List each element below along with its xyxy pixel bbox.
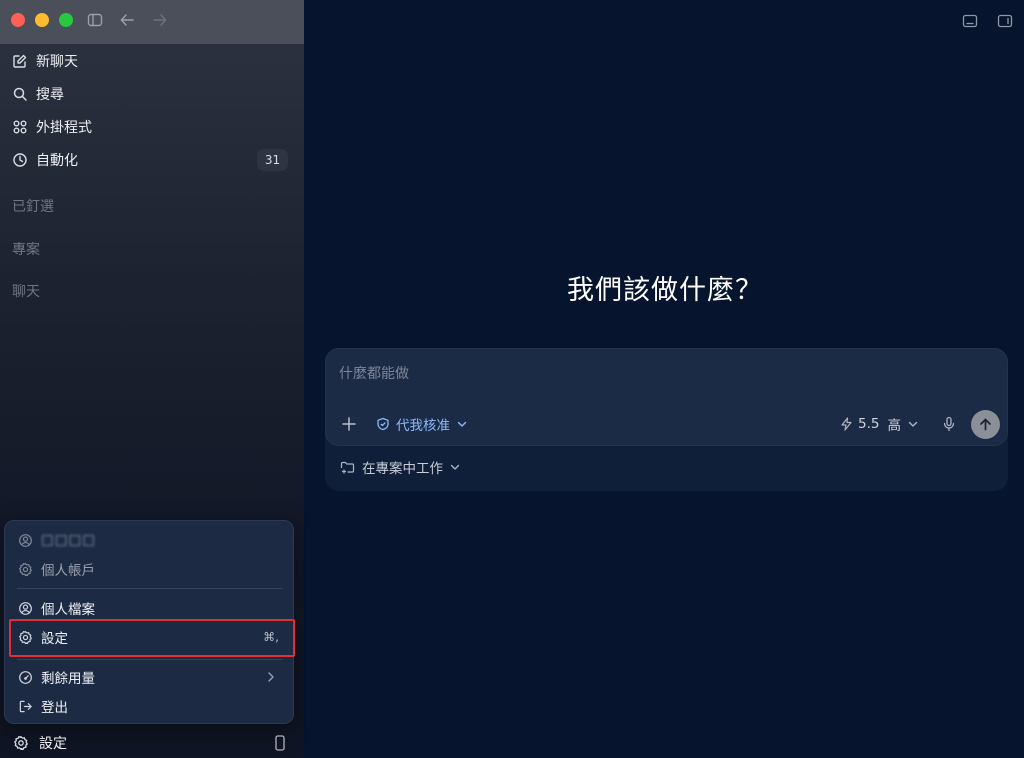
microphone-icon[interactable] <box>940 415 958 433</box>
chevron-down-icon <box>449 461 461 473</box>
sidebar-toggle-icon[interactable] <box>86 11 104 29</box>
approval-mode-dropdown[interactable]: 代我核准 <box>376 415 468 434</box>
minimize-window-button[interactable] <box>35 13 49 27</box>
send-button[interactable] <box>971 410 1000 439</box>
model-selector[interactable]: 5.5 高 <box>840 415 919 434</box>
composer-container: 什麼都能做 代我核准 5.5 高 在專案中工作 <box>325 348 1008 491</box>
shield-icon <box>376 417 390 431</box>
approval-mode-label: 代我核准 <box>396 418 450 434</box>
zoom-window-button[interactable] <box>59 13 73 27</box>
usage-label: 剩餘用量 <box>41 671 95 687</box>
folder-plus-icon <box>340 460 355 475</box>
user-circle-icon <box>18 601 33 616</box>
window-titlebar <box>0 0 304 44</box>
page-title: 我們該做什麼？ <box>567 275 763 306</box>
panel-bottom-icon[interactable] <box>961 12 979 30</box>
sidebar-settings-button[interactable]: 設定 <box>0 728 304 758</box>
prompt-input[interactable]: 什麼都能做 <box>339 363 409 383</box>
work-in-project-label: 在專案中工作 <box>362 461 443 477</box>
search-icon <box>12 86 28 102</box>
menu-divider <box>17 659 283 660</box>
clock-icon <box>12 152 28 168</box>
personal-account-label: 個人帳戶 <box>41 563 95 579</box>
sidebar-item-label: 外掛程式 <box>36 120 92 136</box>
automation-count-badge: 31 <box>257 149 288 171</box>
sidebar-item-new-chat[interactable]: 新聊天 <box>0 46 304 76</box>
phone-icon[interactable] <box>272 734 288 752</box>
gear-icon <box>18 562 33 577</box>
reasoning-level: 高 <box>887 418 901 434</box>
profile-menu-item[interactable]: 個人檔案 <box>5 595 293 621</box>
gear-icon <box>13 735 29 751</box>
logout-menu-item[interactable]: 登出 <box>5 693 293 719</box>
profile-label: 個人檔案 <box>41 602 95 618</box>
panel-right-icon[interactable] <box>996 12 1014 30</box>
gauge-icon <box>18 670 33 685</box>
prompt-composer[interactable]: 什麼都能做 代我核准 5.5 高 <box>325 348 1008 446</box>
forward-arrow-icon[interactable] <box>151 11 169 29</box>
logout-icon <box>18 699 33 714</box>
settings-highlight-box <box>9 619 295 657</box>
chevron-down-icon <box>907 418 919 430</box>
account-email-text: □□□□ <box>41 532 97 548</box>
sidebar-item-automation[interactable]: 自動化 31 <box>0 145 304 175</box>
usage-menu-item[interactable]: 剩餘用量 <box>5 664 293 690</box>
main-panel: 我們該做什麼？ 什麼都能做 代我核准 5.5 高 在專案中工作 <box>306 0 1024 758</box>
sidebar-item-label: 自動化 <box>36 153 78 169</box>
plugins-icon <box>12 119 28 135</box>
edit-icon <box>12 53 28 69</box>
section-chats[interactable]: 聊天 <box>12 281 40 301</box>
sidebar-item-plugins[interactable]: 外掛程式 <box>0 112 304 142</box>
sidebar: 新聊天 搜尋 外掛程式 自動化 31 已釘選 專案 聊天 □□□□ 個人帳戶 個… <box>0 0 304 758</box>
section-pinned: 已釘選 <box>12 199 54 215</box>
sidebar-item-label: 新聊天 <box>36 54 78 70</box>
sidebar-item-search[interactable]: 搜尋 <box>0 79 304 109</box>
back-arrow-icon[interactable] <box>118 11 136 29</box>
work-in-project-dropdown[interactable]: 在專案中工作 <box>340 458 461 477</box>
add-attachment-button[interactable] <box>340 415 358 433</box>
chevron-right-icon <box>265 671 277 683</box>
personal-account-item: 個人帳戶 <box>5 556 293 582</box>
chevron-down-icon <box>456 418 468 430</box>
account-email: □□□□ <box>5 527 293 553</box>
menu-divider <box>17 588 283 589</box>
model-version: 5.5 <box>858 416 880 432</box>
sidebar-item-label: 搜尋 <box>36 87 64 103</box>
section-projects[interactable]: 專案 <box>12 239 40 259</box>
user-circle-icon <box>18 533 33 548</box>
close-window-button[interactable] <box>11 13 25 27</box>
sidebar-settings-label: 設定 <box>39 736 67 752</box>
logout-label: 登出 <box>41 700 68 716</box>
lightning-icon <box>840 417 853 431</box>
